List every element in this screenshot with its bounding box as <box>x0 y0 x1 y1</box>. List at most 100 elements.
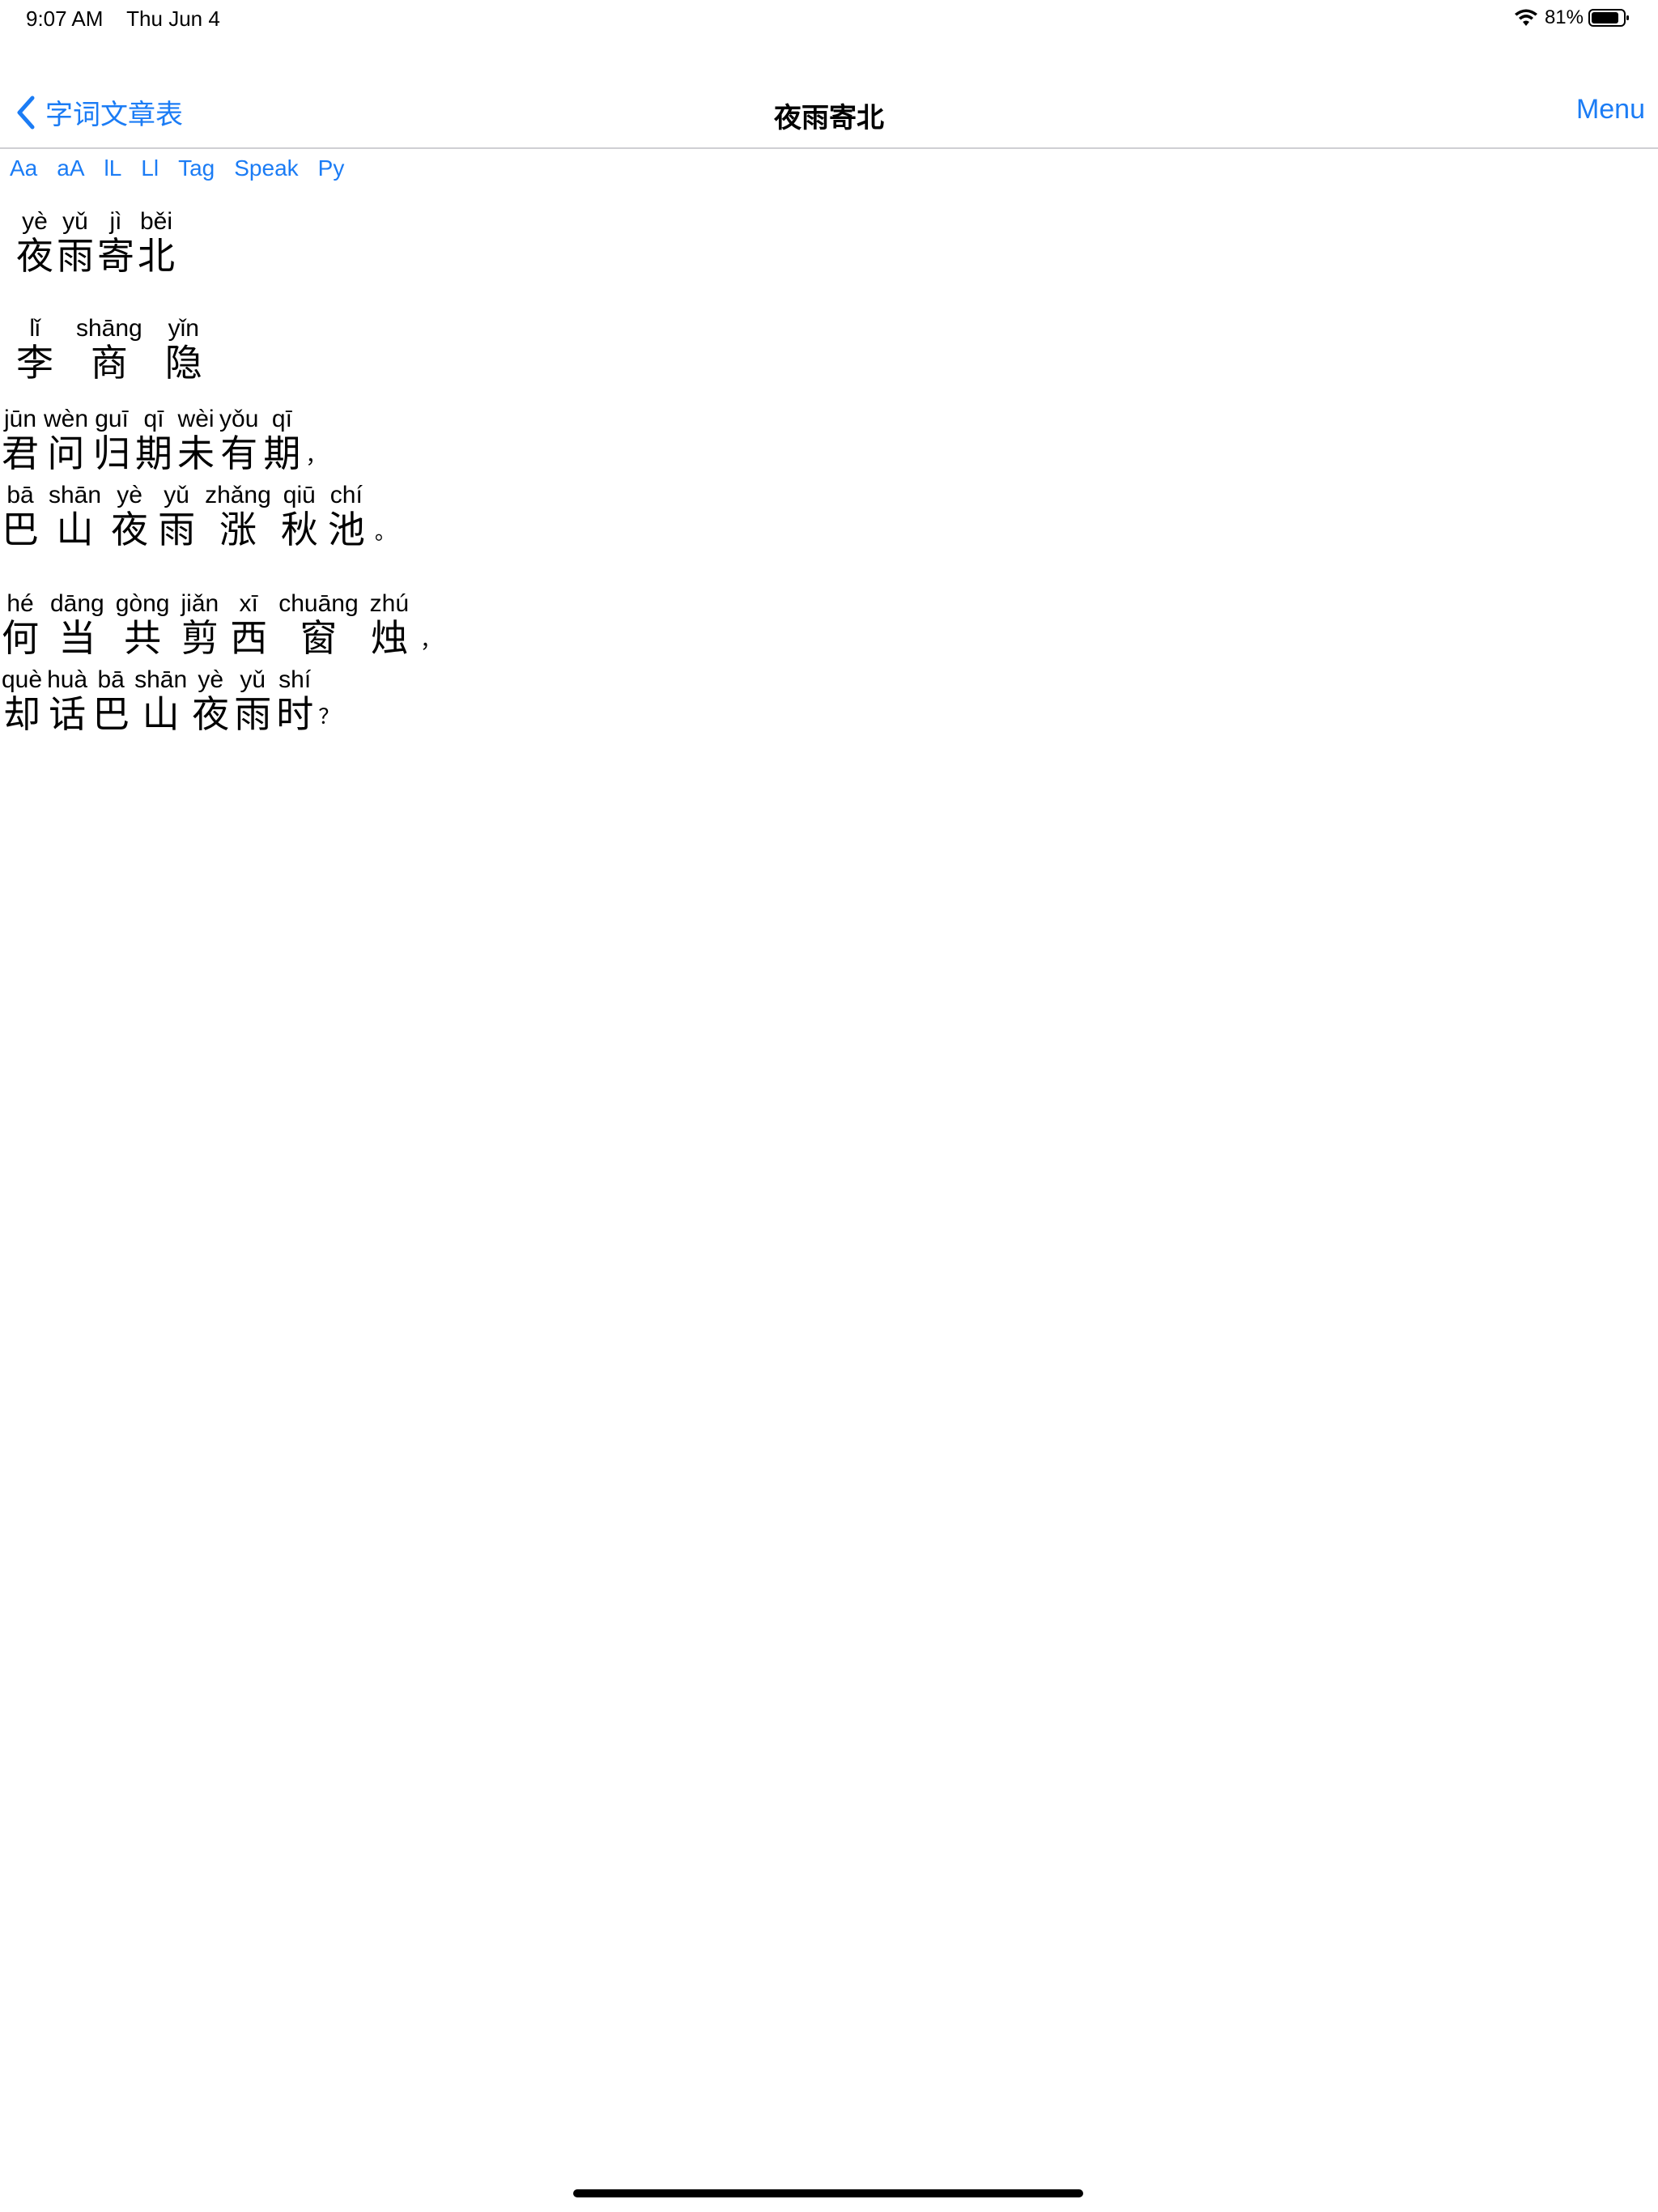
hanzi-text: 何 <box>2 616 39 660</box>
ruby-unit[interactable]: gòng 共 <box>116 591 170 660</box>
ruby-unit[interactable]: bā 巴 <box>2 483 39 551</box>
ruby-unit[interactable]: shān 山 <box>134 666 188 736</box>
pinyin-text: xī <box>239 590 258 617</box>
ruby-unit[interactable]: huà 话 <box>47 666 88 736</box>
hanzi-text: 夜 <box>16 234 53 278</box>
pinyin-text: qiū <box>283 482 316 508</box>
pinyin-text: chuāng <box>278 590 359 617</box>
pinyin-text: jūn <box>3 406 37 432</box>
ruby-unit[interactable]: yǔ 雨 <box>57 209 94 278</box>
ruby-unit[interactable]: qī 期 <box>263 406 301 475</box>
hanzi-text: 西 <box>230 616 268 660</box>
ruby-unit[interactable]: hé 何 <box>2 591 39 660</box>
toolbar-speak[interactable]: Speak <box>234 155 298 181</box>
ruby-unit[interactable]: běi 北 <box>138 209 175 278</box>
hanzi-text: 寄 <box>97 234 134 278</box>
ruby-unit[interactable]: jì 寄 <box>97 208 134 278</box>
battery-percentage: 81% <box>1544 6 1584 28</box>
ruby-unit[interactable]: zhú 烛 <box>369 590 410 660</box>
hanzi-text: 山 <box>142 692 180 736</box>
hanzi-text: 李 <box>16 341 53 385</box>
pinyin-text: jiǎn <box>181 590 219 617</box>
punctuation-mark: 。 <box>374 520 396 544</box>
pinyin-text: wèn <box>44 406 89 432</box>
punctuation-mark: ， <box>420 628 442 653</box>
hanzi-text: 共 <box>124 616 162 660</box>
pinyin-text: yè <box>117 482 142 508</box>
ruby-unit[interactable]: bā 巴 <box>92 666 130 736</box>
pinyin-text: yǔ <box>240 666 266 693</box>
poem-line: hé 何 dāng 当 gòng 共 jiǎn 剪 xī 西 chuāng 窗 zhú 烛， <box>2 590 442 660</box>
ruby-unit[interactable]: jiǎn 剪 <box>181 590 219 660</box>
ruby-unit[interactable]: wèn 问 <box>44 406 89 475</box>
pinyin-text: shān <box>134 666 188 693</box>
toolbar-font-size-down[interactable]: aA <box>57 155 84 181</box>
pinyin-text: qī <box>143 406 164 432</box>
pinyin-text: jì <box>109 208 122 235</box>
ruby-unit[interactable]: chí 池 <box>328 483 365 551</box>
menu-button[interactable]: Menu <box>1576 94 1645 125</box>
poem-title: yè 夜 yǔ 雨 jì 寄 běi 北 <box>16 208 178 278</box>
ruby-unit[interactable]: yè 夜 <box>192 666 230 736</box>
punctuation-mark: ？ <box>318 704 340 729</box>
pinyin-text: shān <box>49 482 102 508</box>
status-left: 9:07 AM Thu Jun 4 <box>26 6 238 32</box>
hanzi-text: 夜 <box>111 508 149 551</box>
pinyin-text: yǒu <box>219 406 259 432</box>
toolbar-line-spacing-down[interactable]: Ll <box>141 155 159 181</box>
pinyin-text: dāng <box>50 590 104 617</box>
ruby-unit[interactable]: guī 归 <box>93 406 130 475</box>
hanzi-text: 隐 <box>164 341 202 385</box>
ruby-unit[interactable]: xī 西 <box>230 590 268 660</box>
home-indicator <box>573 2189 1083 2197</box>
toolbar-tag[interactable]: Tag <box>178 155 215 181</box>
ruby-unit[interactable]: qiū 秋 <box>281 483 318 551</box>
ruby-unit[interactable]: yǐn 隐 <box>164 316 202 385</box>
hanzi-text: 未 <box>177 432 215 475</box>
pinyin-text: chí <box>329 482 363 508</box>
status-right: 81% <box>1514 6 1630 29</box>
hanzi-text: 池 <box>327 508 365 551</box>
pinyin-text: yè <box>198 666 224 693</box>
page-title: 夜雨寄北 <box>774 103 884 134</box>
hanzi-text: 当 <box>58 616 96 660</box>
pinyin-text: yǔ <box>164 482 189 508</box>
hanzi-text: 君 <box>2 432 39 475</box>
toolbar-pinyin[interactable]: Py <box>318 155 345 181</box>
pinyin-text: bā <box>97 666 125 693</box>
ruby-unit[interactable]: yè 夜 <box>111 483 148 551</box>
pinyin-text: lǐ <box>29 315 40 342</box>
ruby-unit[interactable]: yǒu 有 <box>219 406 259 475</box>
status-time: 9:07 AM <box>26 6 104 31</box>
poem-author: lǐ 李 shāng 商 yǐn 隐 <box>16 315 225 385</box>
ruby-unit[interactable]: dāng 当 <box>50 590 104 660</box>
ruby-unit[interactable]: jūn 君 <box>2 406 39 475</box>
ruby-unit[interactable]: chuāng 窗 <box>278 590 359 660</box>
toolbar-font-size-up[interactable]: Aa <box>10 155 37 181</box>
hanzi-text: 夜 <box>192 692 230 736</box>
ruby-unit[interactable]: qī 期 <box>135 406 172 475</box>
pinyin-text: zhú <box>369 590 410 617</box>
ruby-unit[interactable]: wèi 未 <box>177 406 215 475</box>
navigation-bar: 字词文章表 夜雨寄北 Menu <box>0 78 1658 149</box>
toolbar: Aa aA lL Ll Tag Speak Py <box>10 155 363 181</box>
hanzi-text: 话 <box>49 692 87 736</box>
status-bar: 9:07 AM Thu Jun 4 81% <box>0 0 1658 39</box>
pinyin-text: zhǎng <box>205 482 271 508</box>
punctuation-mark: ， <box>305 444 327 468</box>
status-date: Thu Jun 4 <box>126 6 220 31</box>
ruby-unit[interactable]: lǐ 李 <box>16 315 53 385</box>
ruby-unit[interactable]: yǔ 雨 <box>158 483 195 551</box>
pinyin-text: huà <box>47 666 88 693</box>
ruby-unit[interactable]: yè 夜 <box>16 209 53 278</box>
ruby-unit[interactable]: shān 山 <box>49 483 101 551</box>
hanzi-text: 问 <box>47 432 85 475</box>
ruby-unit[interactable]: yǔ 雨 <box>234 666 271 736</box>
ruby-unit[interactable]: què 却 <box>2 667 42 736</box>
hanzi-text: 期 <box>263 432 301 475</box>
ruby-unit[interactable]: shāng 商 <box>76 316 142 385</box>
ruby-unit[interactable]: shí 时 <box>276 667 313 736</box>
battery-icon <box>1588 9 1629 27</box>
toolbar-line-spacing-up[interactable]: lL <box>104 155 122 181</box>
ruby-unit[interactable]: zhǎng 涨 <box>205 483 271 551</box>
